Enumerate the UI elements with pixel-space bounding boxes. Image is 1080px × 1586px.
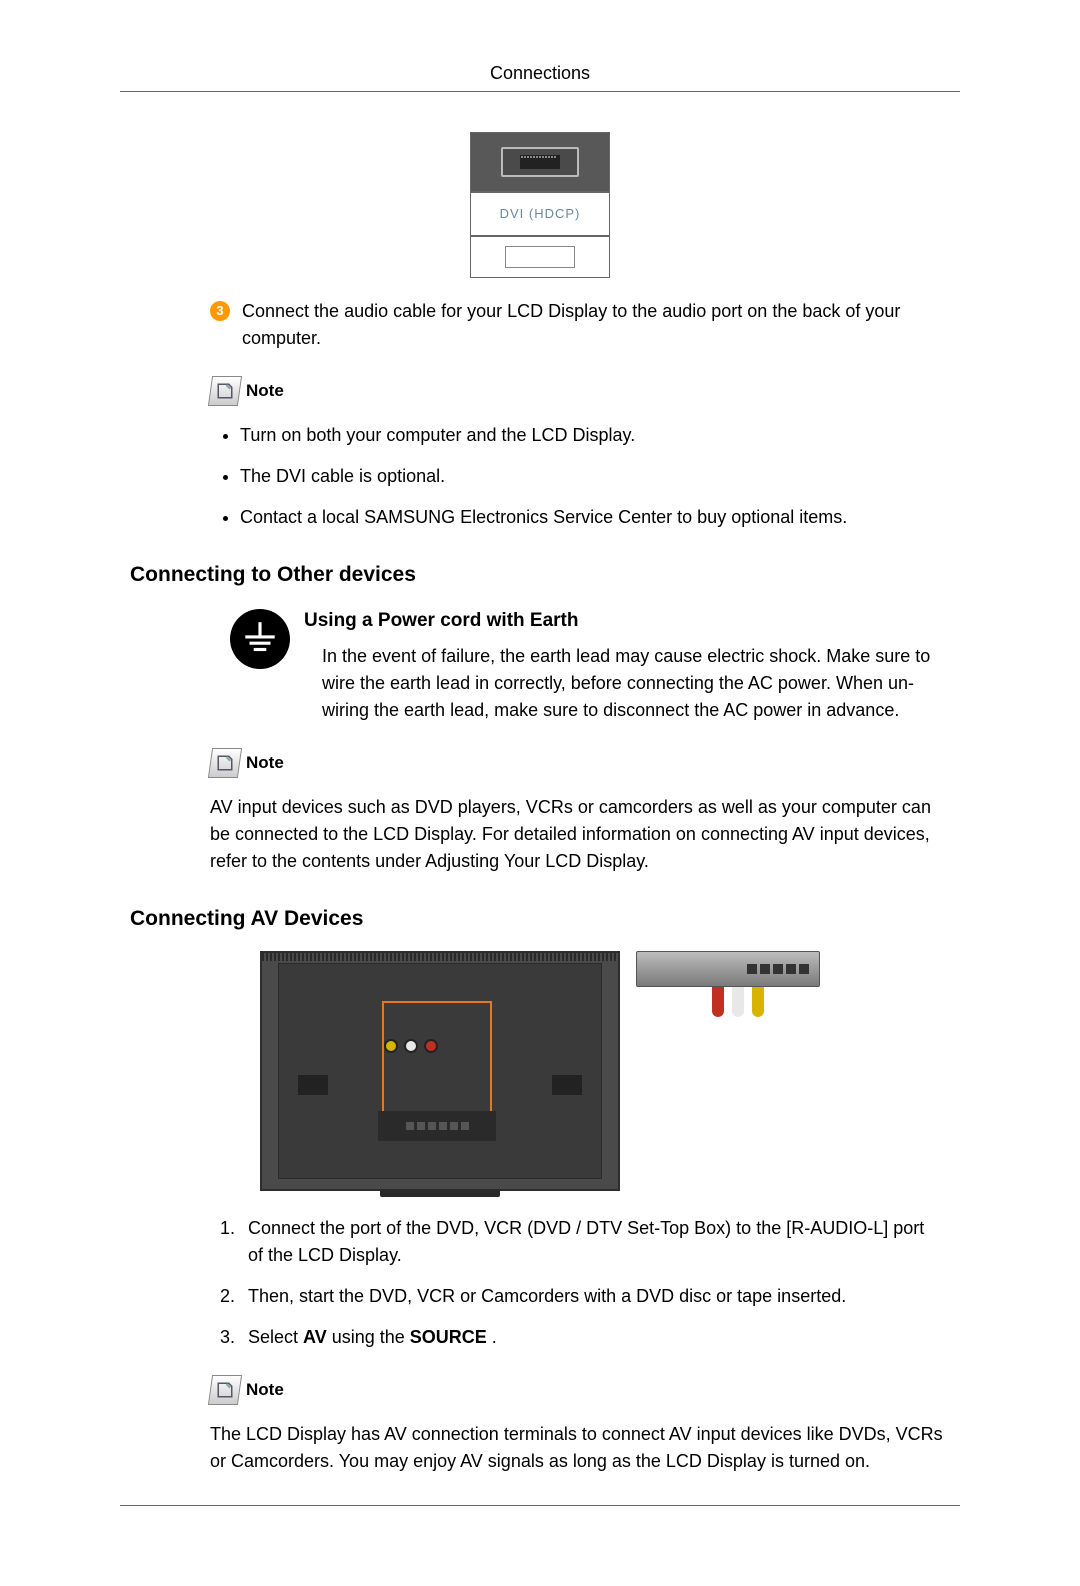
note-icon	[208, 1375, 242, 1405]
earth-title: Using a Power cord with Earth	[304, 607, 950, 636]
note-label: Note	[246, 750, 284, 776]
note-1-item: Contact a local SAMSUNG Electronics Serv…	[240, 504, 950, 531]
av-step-3-av: AV	[303, 1327, 327, 1347]
av-connection-figure	[260, 951, 820, 1191]
header-rule	[120, 91, 960, 92]
av-step-3-pre: Select	[248, 1327, 303, 1347]
av-step-3-mid: using the	[327, 1327, 410, 1347]
av-step-1: Connect the port of the DVD, VCR (DVD / …	[240, 1215, 950, 1269]
av-step-3-post: .	[487, 1327, 497, 1347]
note-icon	[208, 748, 242, 778]
note-icon	[208, 376, 242, 406]
note-1-item: The DVI cable is optional.	[240, 463, 950, 490]
earth-text: In the event of failure, the earth lead …	[322, 643, 950, 724]
rca-audio-l-icon	[404, 1039, 418, 1053]
dvd-player	[636, 951, 820, 987]
rca-video-icon	[384, 1039, 398, 1053]
note-heading-1: Note	[210, 376, 950, 406]
tv-back-panel	[260, 951, 620, 1191]
step-3: 3 Connect the audio cable for your LCD D…	[210, 298, 950, 352]
earth-ground-icon	[230, 609, 290, 669]
av-step-2: Then, start the DVD, VCR or Camcorders w…	[240, 1283, 950, 1310]
note-label: Note	[246, 1377, 284, 1403]
note-3-text: The LCD Display has AV connection termin…	[210, 1421, 950, 1475]
earth-block: Using a Power cord with Earth In the eve…	[230, 607, 950, 725]
note-1-list: Turn on both your computer and the LCD D…	[240, 422, 950, 531]
dvi-port-figure: DVI (HDCP)	[470, 132, 610, 278]
av-step-3: Select AV using the SOURCE .	[240, 1324, 950, 1351]
rca-plug-white-icon	[732, 987, 744, 1017]
rca-plug-red-icon	[712, 987, 724, 1017]
step-badge-3: 3	[210, 301, 230, 321]
note-label: Note	[246, 378, 284, 404]
section-connecting-other: Connecting to Other devices	[130, 559, 950, 591]
section-connecting-av: Connecting AV Devices	[130, 903, 950, 935]
rca-audio-r-icon	[424, 1039, 438, 1053]
av-step-3-source: SOURCE	[410, 1327, 487, 1347]
av-steps-list: Connect the port of the DVD, VCR (DVD / …	[240, 1215, 950, 1351]
note-heading-3: Note	[210, 1375, 950, 1405]
note-heading-2: Note	[210, 748, 950, 778]
dvi-label: DVI (HDCP)	[470, 192, 610, 236]
note-2-text: AV input devices such as DVD players, VC…	[210, 794, 950, 875]
rca-plug-yellow-icon	[752, 987, 764, 1017]
note-1-item: Turn on both your computer and the LCD D…	[240, 422, 950, 449]
page-header: Connections	[120, 60, 960, 87]
step-3-text: Connect the audio cable for your LCD Dis…	[242, 298, 940, 352]
footer-rule	[120, 1505, 960, 1506]
